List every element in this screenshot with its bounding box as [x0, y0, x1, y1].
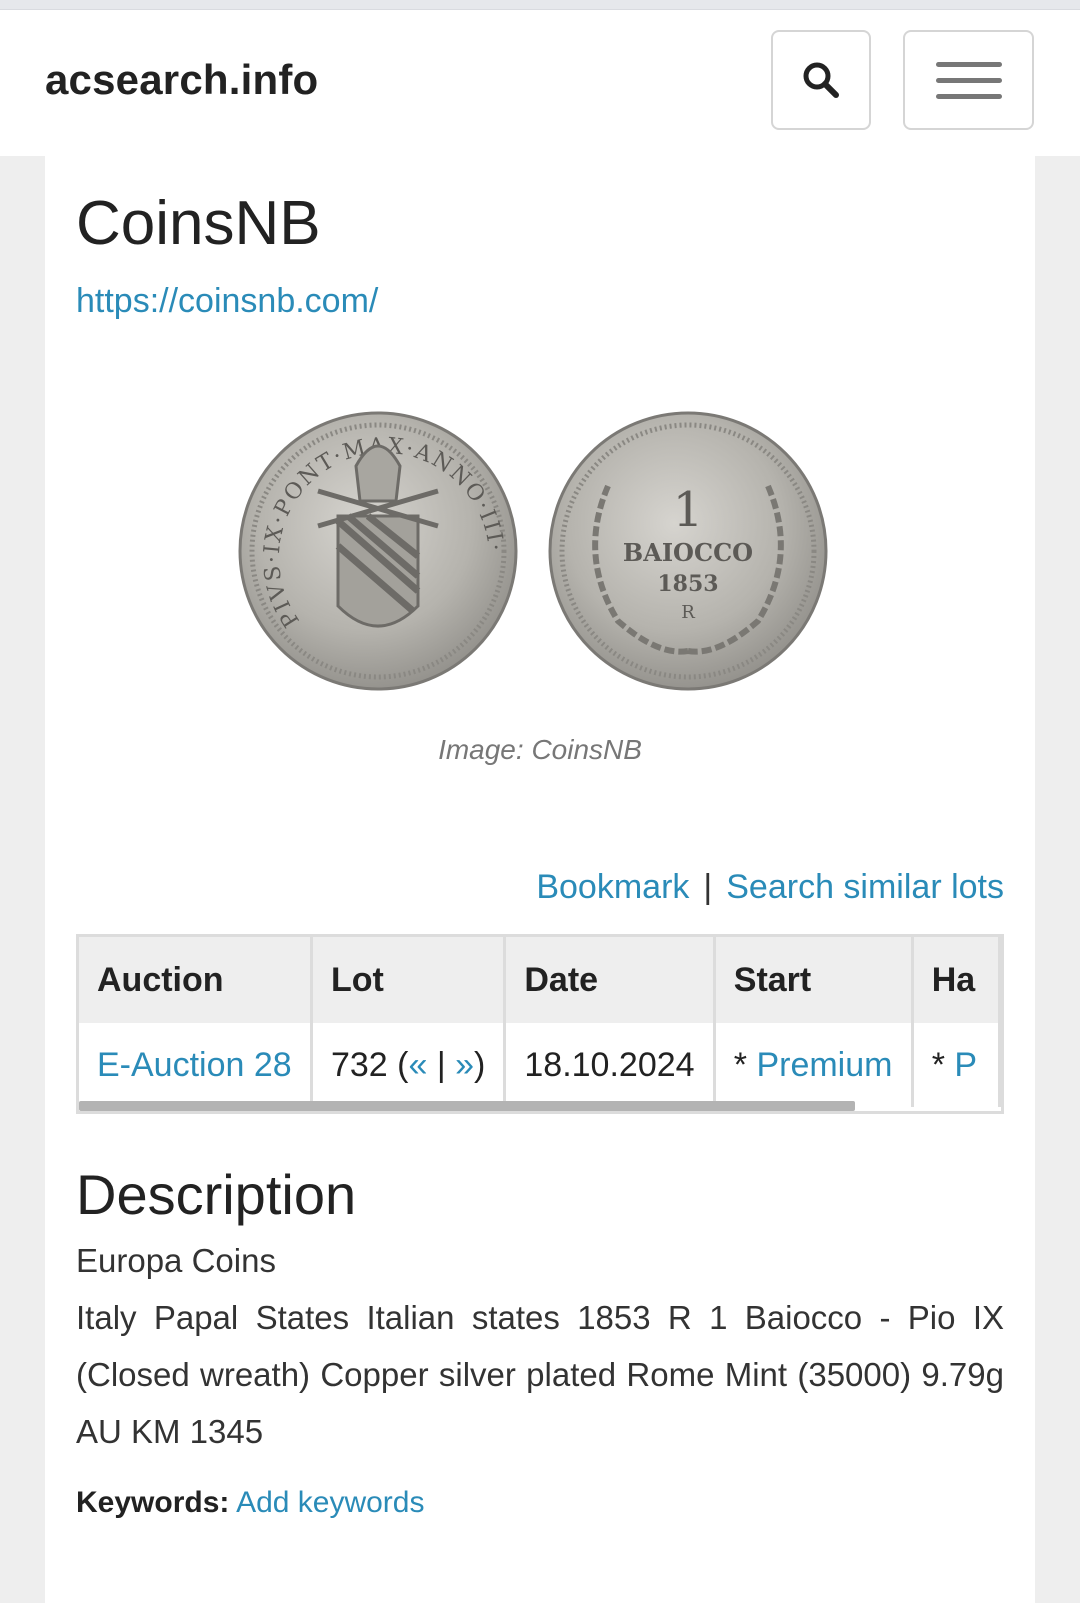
svg-text:BAIOCCO: BAIOCCO — [623, 538, 753, 567]
cell-lot: 732 (« | ») — [311, 1023, 507, 1107]
svg-text:1853: 1853 — [657, 571, 718, 597]
coin-obverse: PIVS·IX·PONT·MAX·ANNO·III· — [238, 411, 518, 691]
svg-text:R: R — [681, 602, 695, 623]
table-row: E-Auction 28 732 (« | ») 18.10.2024 * Pr… — [79, 1023, 1001, 1107]
add-keywords-link[interactable]: Add keywords — [236, 1486, 424, 1519]
search-button[interactable] — [771, 30, 871, 130]
lot-table-scroll[interactable]: Auction Lot Date Start Ha E-Auction 28 7… — [76, 934, 1004, 1114]
lot-panel: CoinsNB https://coinsnb.com/ PIVS·IX·PON… — [45, 156, 1035, 1603]
prev-lot-link[interactable]: « — [408, 1046, 427, 1084]
seller-website-link[interactable]: https://coinsnb.com/ — [76, 282, 378, 321]
bookmark-link[interactable]: Bookmark — [536, 868, 689, 906]
description-body: Europa Coins Italy Papal States Italian … — [76, 1232, 1004, 1460]
col-header-lot: Lot — [311, 937, 507, 1023]
hamburger-menu-icon — [935, 61, 1002, 67]
cell-start: * Premium — [714, 1023, 914, 1107]
search-similar-link[interactable]: Search similar lots — [726, 868, 1004, 906]
page-title: CoinsNB — [76, 189, 321, 258]
coin-reverse: 1 BAIOCCO 1853 R — [548, 411, 828, 691]
coin-image[interactable]: PIVS·IX·PONT·MAX·ANNO·III· 1 BAIOCCO 185… — [238, 406, 838, 696]
hammer-premium-link[interactable]: P — [954, 1046, 977, 1084]
cell-auction: E-Auction 28 — [79, 1023, 313, 1107]
search-icon — [803, 62, 839, 98]
cell-hammer: * P — [912, 1023, 1001, 1107]
col-header-date: Date — [504, 937, 716, 1023]
description-heading: Description — [76, 1163, 357, 1226]
cell-date: 18.10.2024 — [504, 1023, 716, 1107]
lot-actions: Bookmark | Search similar lots — [536, 868, 1004, 907]
menu-toggle-button[interactable] — [903, 30, 1034, 130]
description-text: Italy Papal States Italian states 1853 R… — [76, 1299, 1004, 1450]
keywords-label: Keywords: — [76, 1486, 230, 1519]
actions-separator: | — [703, 868, 713, 906]
col-header-auction: Auction — [79, 937, 313, 1023]
lot-table: Auction Lot Date Start Ha E-Auction 28 7… — [79, 937, 1001, 1107]
keywords-section: Keywords: Add keywords — [76, 1486, 425, 1520]
description-category: Europa Coins — [76, 1242, 276, 1279]
navbar: acsearch.info — [0, 10, 1080, 156]
next-lot-link[interactable]: » — [455, 1046, 474, 1084]
auction-link[interactable]: E-Auction 28 — [97, 1046, 292, 1084]
start-premium-link[interactable]: Premium — [756, 1046, 892, 1084]
svg-text:1: 1 — [673, 482, 704, 538]
col-header-hammer: Ha — [912, 937, 1001, 1023]
col-header-start: Start — [714, 937, 914, 1023]
top-status-line — [0, 0, 1080, 10]
brand-logo[interactable]: acsearch.info — [45, 56, 318, 104]
table-horizontal-scrollbar[interactable] — [79, 1101, 855, 1111]
table-header-row: Auction Lot Date Start Ha — [79, 937, 1001, 1023]
image-caption: Image: CoinsNB — [438, 734, 642, 765]
